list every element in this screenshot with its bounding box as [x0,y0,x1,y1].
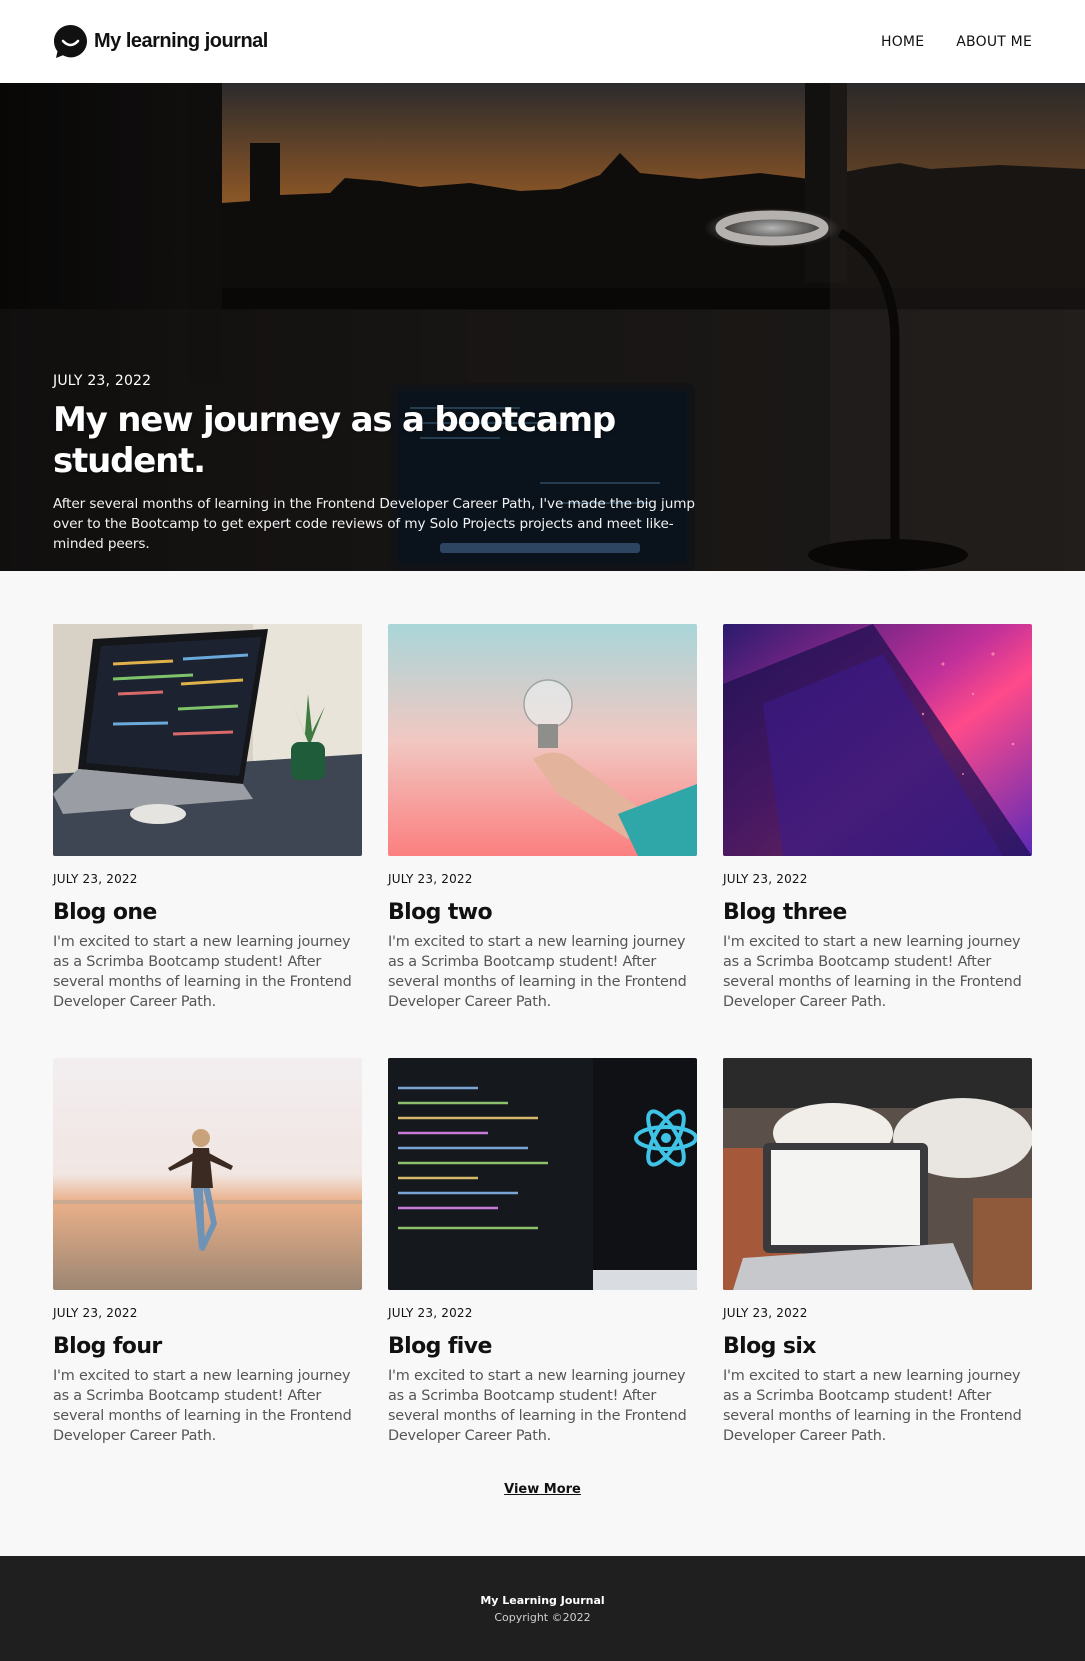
blog-card-image [53,1058,362,1290]
blog-card-date: JULY 23, 2022 [53,1306,138,1320]
blog-card-date: JULY 23, 2022 [53,872,138,886]
chat-bubble-smile-icon [54,25,87,58]
blog-card[interactable]: JULY 23, 2022 Blog six I'm excited to st… [723,1058,1032,1446]
blog-card-title[interactable]: Blog two [388,900,697,925]
blog-grid: JULY 23, 2022 Blog one I'm excited to st… [0,571,1085,1446]
blog-card-excerpt: I'm excited to start a new learning jour… [723,934,1022,1010]
blog-card-title[interactable]: Blog six [723,1334,1032,1359]
blog-card-excerpt: I'm excited to start a new learning jour… [53,934,352,1010]
blog-card-image [723,624,1032,856]
purple-abstract-photo [723,624,1032,856]
site-header: My learning journal HOME ABOUT ME [0,0,1085,83]
hero-content: JULY 23, 2022 My new journey as a bootca… [53,373,703,554]
blog-card-title[interactable]: Blog one [53,900,362,925]
hero-date: JULY 23, 2022 [53,373,152,389]
blog-card[interactable]: JULY 23, 2022 Blog two I'm excited to st… [388,624,697,1012]
nav-about-link[interactable]: ABOUT ME [956,34,1032,50]
blog-card-excerpt: I'm excited to start a new learning jour… [388,1368,687,1444]
blog-card-date: JULY 23, 2022 [723,872,808,886]
brand-link[interactable]: My learning journal [53,24,268,59]
blog-card[interactable]: JULY 23, 2022 Blog four I'm excited to s… [53,1058,362,1446]
blog-card-excerpt: I'm excited to start a new learning jour… [723,1368,1022,1444]
laptop-code-photo [53,624,362,856]
blog-card-image [723,1058,1032,1290]
hero-section[interactable]: JULY 23, 2022 My new journey as a bootca… [0,83,1085,571]
blog-card-image [53,624,362,856]
hero-title: My new journey as a bootcamp student. [53,400,616,481]
beach-dancer-photo [53,1058,362,1290]
blog-card-title[interactable]: Blog three [723,900,1032,925]
blog-card-title[interactable]: Blog five [388,1334,697,1359]
blog-card-date: JULY 23, 2022 [723,1306,808,1320]
blog-card-image [388,1058,697,1290]
nav-home-link[interactable]: HOME [881,34,924,50]
view-more-container: View More [0,1478,1085,1497]
blog-card[interactable]: JULY 23, 2022 Blog three I'm excited to … [723,624,1032,1012]
footer-copyright: Copyright ©2022 [494,1611,591,1624]
blog-card-date: JULY 23, 2022 [388,1306,473,1320]
main-nav: HOME ABOUT ME [881,34,1032,50]
blog-card-excerpt: I'm excited to start a new learning jour… [53,1368,352,1444]
view-more-link[interactable]: View More [504,1482,581,1497]
blog-card-excerpt: I'm excited to start a new learning jour… [388,934,687,1010]
blog-card-title[interactable]: Blog four [53,1334,362,1359]
lightbulb-photo [388,624,697,856]
footer-title: My Learning Journal [480,1594,605,1607]
blog-card[interactable]: JULY 23, 2022 Blog five I'm excited to s… [388,1058,697,1446]
laptop-design-photo [723,1058,1032,1290]
hero-excerpt: After several months of learning in the … [53,495,695,552]
react-code-photo [388,1058,697,1290]
site-footer: My Learning Journal Copyright ©2022 [0,1556,1085,1661]
blog-card-date: JULY 23, 2022 [388,872,473,886]
blog-card[interactable]: JULY 23, 2022 Blog one I'm excited to st… [53,624,362,1012]
blog-card-image [388,624,697,856]
brand-name: My learning journal [94,30,268,52]
